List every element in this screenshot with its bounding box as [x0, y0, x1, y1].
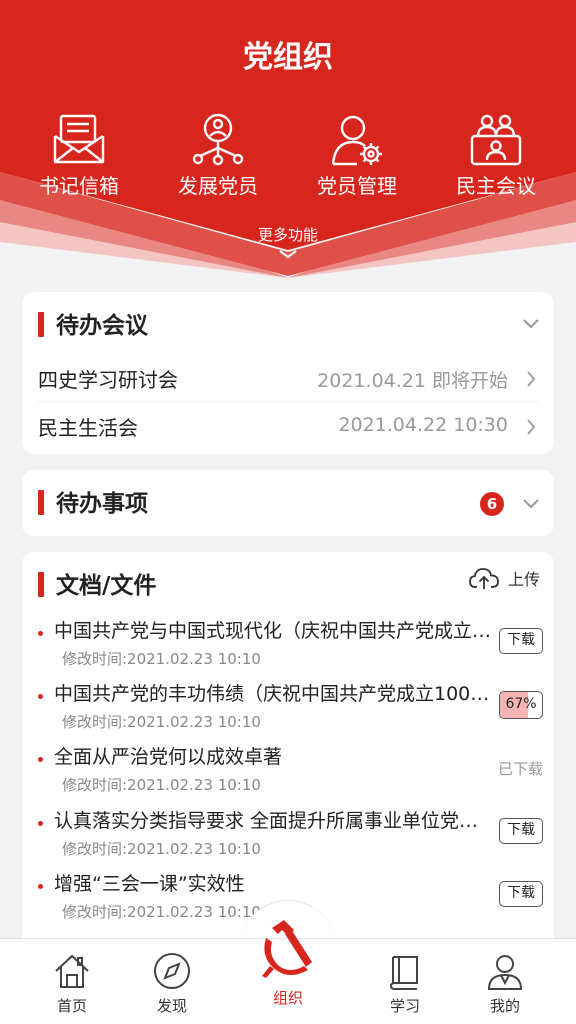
document-modified-time: 修改时间:2021.02.23 10:10 — [62, 650, 261, 668]
section-marker — [38, 572, 44, 597]
tab-profile[interactable]: 我的 — [455, 951, 555, 1016]
pending-items-card[interactable]: 待办事项 — [22, 470, 554, 536]
bullet — [38, 884, 43, 889]
document-modified-time: 修改时间:2021.02.23 10:10 — [62, 713, 261, 731]
meeting-time: 2021.04.22 10:30 — [338, 414, 508, 436]
section-marker — [38, 312, 44, 337]
downloaded-status: 已下载 — [498, 760, 544, 778]
meeting-row[interactable]: 民主生活会 2021.04.22 10:30 — [38, 402, 538, 448]
compass-icon — [154, 953, 190, 989]
quick-action-label: 书记信箱 — [39, 174, 119, 198]
document-item[interactable]: 中国共产党与中国式现代化（庆祝中国共产党成立100周年） 修改时间:2021.0… — [22, 616, 554, 678]
bullet — [38, 757, 43, 762]
download-button[interactable]: 下载 — [499, 628, 543, 654]
chevron-right-icon — [527, 371, 536, 387]
bullet — [38, 631, 43, 636]
pending-meetings-header[interactable]: 待办会议 — [22, 292, 554, 354]
tab-label: 组织 — [272, 989, 303, 1007]
meeting-time: 2021.04.21 即将开始 — [317, 370, 508, 392]
document-item[interactable]: 中国共产党的丰功伟绩（庆祝中国共产党成立100周年） 修改时间:2021.02.… — [22, 679, 554, 741]
chevron-right-icon — [527, 419, 536, 435]
meeting-row[interactable]: 四史学习研讨会 2021.04.21 即将开始 — [38, 354, 538, 400]
quick-action-democratic-meeting[interactable]: 民主会议 — [431, 112, 561, 199]
download-button[interactable]: 下载 — [499, 881, 543, 907]
document-modified-time: 修改时间:2021.02.23 10:10 — [62, 840, 261, 858]
cloud-upload-icon — [468, 568, 499, 589]
section-title: 文档/文件 — [56, 573, 157, 599]
more-functions-button[interactable]: 更多功能 — [0, 224, 576, 259]
book-icon — [389, 956, 418, 990]
quick-action-label: 党员管理 — [317, 174, 397, 198]
pending-meetings-card: 待办会议 四史学习研讨会 2021.04.21 即将开始 民主生活会 2021.… — [22, 292, 554, 454]
bullet — [38, 694, 43, 699]
page-title: 党组织 — [243, 40, 333, 75]
document-title: 中国共产党的丰功伟绩（庆祝中国共产党成立100周年） — [54, 683, 494, 705]
upload-label: 上传 — [507, 570, 540, 589]
chevron-down-icon — [279, 250, 297, 259]
chevron-down-icon[interactable] — [522, 318, 540, 330]
tab-label: 首页 — [56, 997, 87, 1015]
quick-action-label: 发展党员 — [178, 174, 258, 198]
tab-label: 发现 — [156, 997, 187, 1015]
quick-action-label: 民主会议 — [456, 174, 536, 198]
user-gear-icon — [331, 115, 382, 166]
upload-button[interactable]: 上传 — [468, 566, 540, 590]
party-emblem-icon[interactable] — [252, 912, 324, 984]
tab-home[interactable]: 首页 — [22, 951, 122, 1016]
tab-organization[interactable]: 组织 — [238, 983, 338, 1008]
tab-discover[interactable]: 发现 — [122, 951, 222, 1016]
document-item[interactable]: 全面从严治党何以成效卓著 修改时间:2021.02.23 10:10 已下载 — [22, 742, 554, 804]
meeting-name: 四史学习研讨会 — [38, 368, 178, 392]
quick-action-secretary-mailbox[interactable]: 书记信箱 — [14, 112, 144, 199]
document-item[interactable]: 认真落实分类指导要求 全面提升所属事业单位党建工作质量 修改时间:2021.02… — [22, 806, 554, 868]
chevron-down-icon[interactable] — [522, 498, 540, 510]
document-modified-time: 修改时间:2021.02.23 10:10 — [62, 903, 261, 921]
documents-header: 文档/文件 上传 — [22, 552, 554, 614]
download-progress: 67% — [499, 691, 543, 719]
download-progress-label: 67% — [505, 696, 537, 712]
section-title: 待办事项 — [56, 491, 148, 517]
document-title: 认真落实分类指导要求 全面提升所属事业单位党建工作质量 — [54, 810, 494, 832]
tab-label: 学习 — [389, 997, 420, 1015]
quick-action-member-management[interactable]: 党员管理 — [292, 112, 422, 199]
quick-action-develop-members[interactable]: 发展党员 — [153, 112, 283, 199]
network-icon — [192, 113, 244, 166]
meeting-icon — [470, 114, 522, 166]
tab-label: 我的 — [489, 997, 520, 1015]
header: 党组织 书记信箱 发展党员 党员管理 民主会议 更多功能 — [0, 0, 576, 280]
pending-count-badge: 6 — [480, 492, 504, 516]
download-button[interactable]: 下载 — [499, 818, 543, 844]
document-title: 全面从严治党何以成效卓著 — [54, 746, 283, 768]
section-title: 待办会议 — [56, 313, 148, 339]
home-icon — [55, 954, 89, 988]
more-functions-label: 更多功能 — [257, 226, 318, 244]
section-marker — [38, 490, 44, 515]
meeting-name: 民主生活会 — [38, 416, 138, 440]
profile-icon — [487, 955, 523, 990]
mail-icon — [53, 114, 105, 164]
document-title: 中国共产党与中国式现代化（庆祝中国共产党成立100周年） — [54, 620, 494, 642]
document-title: 增强“三会一课”实效性 — [54, 873, 245, 895]
document-modified-time: 修改时间:2021.02.23 10:10 — [62, 776, 261, 794]
bullet — [38, 821, 43, 826]
pending-items-header: 待办事项 — [22, 470, 554, 532]
tab-study[interactable]: 学习 — [355, 951, 455, 1016]
